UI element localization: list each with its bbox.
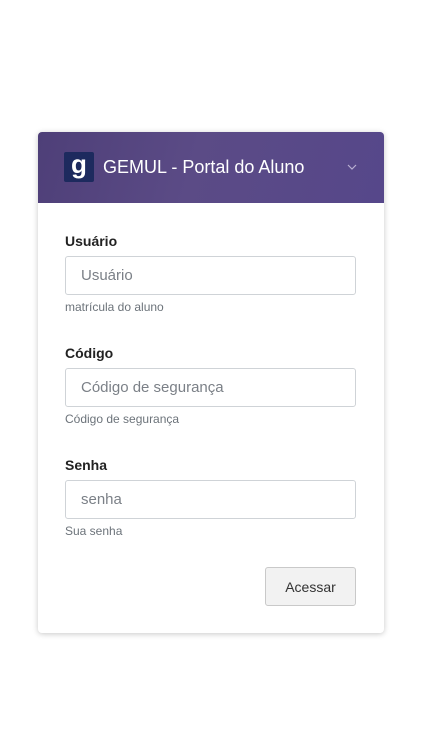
codigo-help-text: Código de segurança: [65, 412, 180, 426]
usuario-input[interactable]: [65, 256, 356, 295]
logo-g-icon: g: [71, 154, 87, 179]
header-title: GEMUL - Portal do Aluno: [103, 157, 305, 177]
login-card: g GEMUL - Portal do Aluno Usuário matríc…: [38, 132, 384, 633]
codigo-label: Código: [65, 345, 114, 361]
usuario-help-text: matrícula do aluno: [65, 300, 164, 314]
svg-text:g: g: [71, 154, 87, 179]
chevron-down-icon[interactable]: [345, 160, 359, 174]
acessar-button[interactable]: Acessar: [265, 567, 356, 606]
card-header[interactable]: g GEMUL - Portal do Aluno: [38, 132, 384, 203]
usuario-label: Usuário: [65, 233, 118, 249]
senha-label: Senha: [65, 457, 108, 473]
senha-input[interactable]: [65, 480, 356, 519]
app-logo: g: [64, 152, 94, 182]
codigo-input[interactable]: [65, 368, 356, 407]
senha-help-text: Sua senha: [65, 524, 123, 538]
